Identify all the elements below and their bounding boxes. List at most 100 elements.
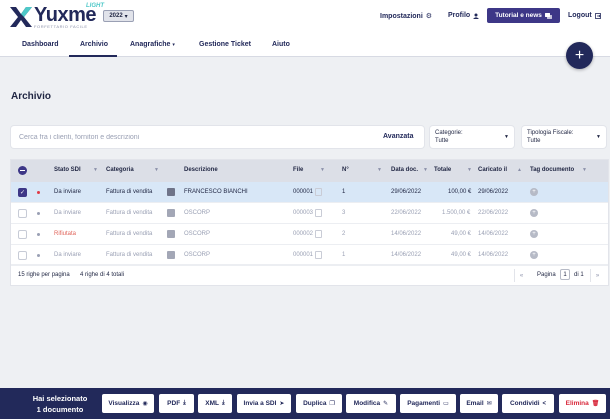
cell-categoria: Fattura di vendita: [106, 210, 153, 216]
table-row[interactable]: ✓ Da inviare Fattura di vendita FRANCESC…: [11, 182, 608, 203]
share-button[interactable]: Condividi <: [502, 394, 554, 413]
payments-button[interactable]: Pagamenti ▭: [400, 394, 456, 413]
nav-archivio[interactable]: Archivio: [80, 41, 108, 48]
col-data-doc[interactable]: Data doc.: [391, 167, 418, 173]
col-totale[interactable]: Totale: [434, 167, 451, 173]
document-type-icon: [167, 209, 175, 217]
rows-per-page-select[interactable]: 15 righe per pagina: [18, 272, 70, 278]
row-checkbox[interactable]: [18, 230, 27, 239]
cell-numero: 1: [342, 189, 346, 195]
add-document-button[interactable]: +: [566, 42, 593, 69]
categories-filter[interactable]: Categorie: Tutte ▼: [430, 126, 514, 148]
file-icon[interactable]: [315, 230, 322, 238]
add-tag-icon[interactable]: +: [530, 188, 538, 196]
cell-caricato: 22/06/2022: [478, 210, 509, 216]
sort-icon[interactable]: ▼: [154, 167, 159, 173]
caret-down-icon: ▼: [504, 134, 509, 140]
sort-icon[interactable]: ▼: [320, 167, 325, 173]
col-caricato-il[interactable]: Caricato il: [478, 167, 507, 173]
edit-button[interactable]: Modifica ✎: [346, 394, 396, 413]
row-checkbox[interactable]: ✓: [18, 188, 27, 197]
sort-icon[interactable]: ▼: [467, 167, 472, 173]
prev-page-button[interactable]: «: [514, 269, 528, 282]
cell-file[interactable]: 000002: [293, 231, 313, 237]
cell-file[interactable]: 000001: [293, 252, 313, 258]
gear-icon: ⚙: [425, 13, 433, 20]
cell-categoria: Fattura di vendita: [106, 231, 153, 237]
duplicate-button[interactable]: Duplica ❐: [296, 394, 342, 413]
cell-stato: Da inviare: [54, 210, 82, 216]
file-icon[interactable]: [315, 251, 322, 259]
nav-gestione-ticket[interactable]: Gestione Ticket: [199, 41, 251, 48]
send-sdi-button[interactable]: Invia a SDI ➤: [237, 394, 291, 413]
logo[interactable]: Yuxme LIGHT FORFETTARIO FACILE: [10, 3, 104, 31]
cell-numero: 2: [342, 231, 346, 237]
cell-file[interactable]: 000003: [293, 210, 313, 216]
send-icon: ➤: [279, 401, 285, 407]
table-row[interactable]: Da inviare Fattura di vendita OSCORP 000…: [11, 203, 608, 224]
documents-table: Stato SDI ▼ Categoria ▼ Descrizione File…: [11, 160, 608, 285]
col-tag-documento[interactable]: Tag documento: [530, 167, 574, 173]
row-checkbox[interactable]: [18, 209, 27, 218]
cell-file[interactable]: 000001: [293, 189, 313, 195]
selection-line-2: 1 documento: [36, 405, 84, 414]
col-stato-sdi[interactable]: Stato SDI: [54, 167, 81, 173]
xml-button[interactable]: XML ⤓: [198, 394, 232, 413]
tutorial-news-button[interactable]: Tutorial e news: [487, 8, 560, 23]
card-icon: ▭: [443, 401, 449, 407]
logout-link[interactable]: Logout: [568, 12, 601, 19]
next-page-button[interactable]: »: [590, 269, 604, 282]
sort-icon[interactable]: ▼: [423, 167, 428, 173]
fiscal-type-filter-value: Tutte: [527, 138, 541, 144]
year-value: 2022: [109, 13, 123, 19]
col-file[interactable]: File: [293, 167, 303, 173]
fiscal-type-filter[interactable]: Tipologia Fiscale: Tutte ▼: [522, 126, 606, 148]
nav-dashboard[interactable]: Dashboard: [22, 41, 59, 48]
nav-aiuto[interactable]: Aiuto: [272, 41, 290, 48]
advanced-search-link[interactable]: Avanzata: [383, 133, 413, 140]
year-select[interactable]: 2022 ▾: [103, 10, 134, 22]
email-button[interactable]: Email ✉: [460, 394, 498, 413]
cell-stato: Rifiutata: [54, 231, 77, 237]
add-tag-icon[interactable]: +: [530, 251, 538, 259]
cell-caricato: 14/06/2022: [478, 231, 509, 237]
categories-filter-value: Tutte: [435, 138, 449, 144]
col-numero[interactable]: N°: [342, 167, 349, 173]
delete-button[interactable]: Elimina 🗑: [559, 394, 606, 413]
tutorial-label: Tutorial e news: [495, 12, 542, 19]
col-descrizione[interactable]: Descrizione: [184, 167, 218, 173]
file-icon[interactable]: [315, 209, 322, 217]
profile-link[interactable]: Profilo: [448, 12, 480, 19]
settings-link[interactable]: Impostazioni ⚙: [380, 12, 433, 21]
sort-icon[interactable]: ▼: [377, 167, 382, 173]
search-input[interactable]: [19, 130, 339, 144]
share-label: Condividi: [509, 400, 540, 407]
page-number-input[interactable]: 1: [560, 269, 570, 280]
cell-stato: Da inviare: [54, 252, 82, 258]
row-checkbox[interactable]: [18, 251, 27, 260]
table-row[interactable]: Da inviare Fattura di vendita OSCORP 000…: [11, 245, 608, 266]
sort-icon[interactable]: ▼: [582, 167, 587, 173]
add-tag-icon[interactable]: +: [530, 209, 538, 217]
status-dot: [37, 233, 40, 236]
row-count: 4 righe di 4 totali: [80, 272, 125, 278]
file-icon[interactable]: [315, 188, 322, 196]
select-all-checkbox[interactable]: [18, 166, 27, 175]
logout-icon: [594, 12, 601, 19]
pdf-button[interactable]: PDF ⤓: [159, 394, 194, 413]
chat-icon: [544, 12, 552, 19]
nav-anagrafiche[interactable]: Anagrafiche ▾: [130, 41, 175, 48]
xml-label: XML: [205, 400, 220, 407]
active-tab-indicator: [69, 55, 117, 57]
table-row[interactable]: Rifiutata Fattura di vendita OSCORP 0000…: [11, 224, 608, 245]
view-button[interactable]: Visualizza ◉: [102, 394, 154, 413]
sort-icon[interactable]: ▼: [93, 167, 98, 173]
cell-caricato: 29/06/2022: [478, 189, 509, 195]
cell-numero: 1: [342, 252, 346, 258]
sort-up-icon[interactable]: ▲: [517, 167, 522, 173]
add-tag-icon[interactable]: +: [530, 230, 538, 238]
page-label: Pagina: [537, 272, 556, 278]
col-categoria[interactable]: Categoria: [106, 167, 134, 173]
cell-categoria: Fattura di vendita: [106, 189, 153, 195]
document-type-icon: [167, 188, 175, 196]
